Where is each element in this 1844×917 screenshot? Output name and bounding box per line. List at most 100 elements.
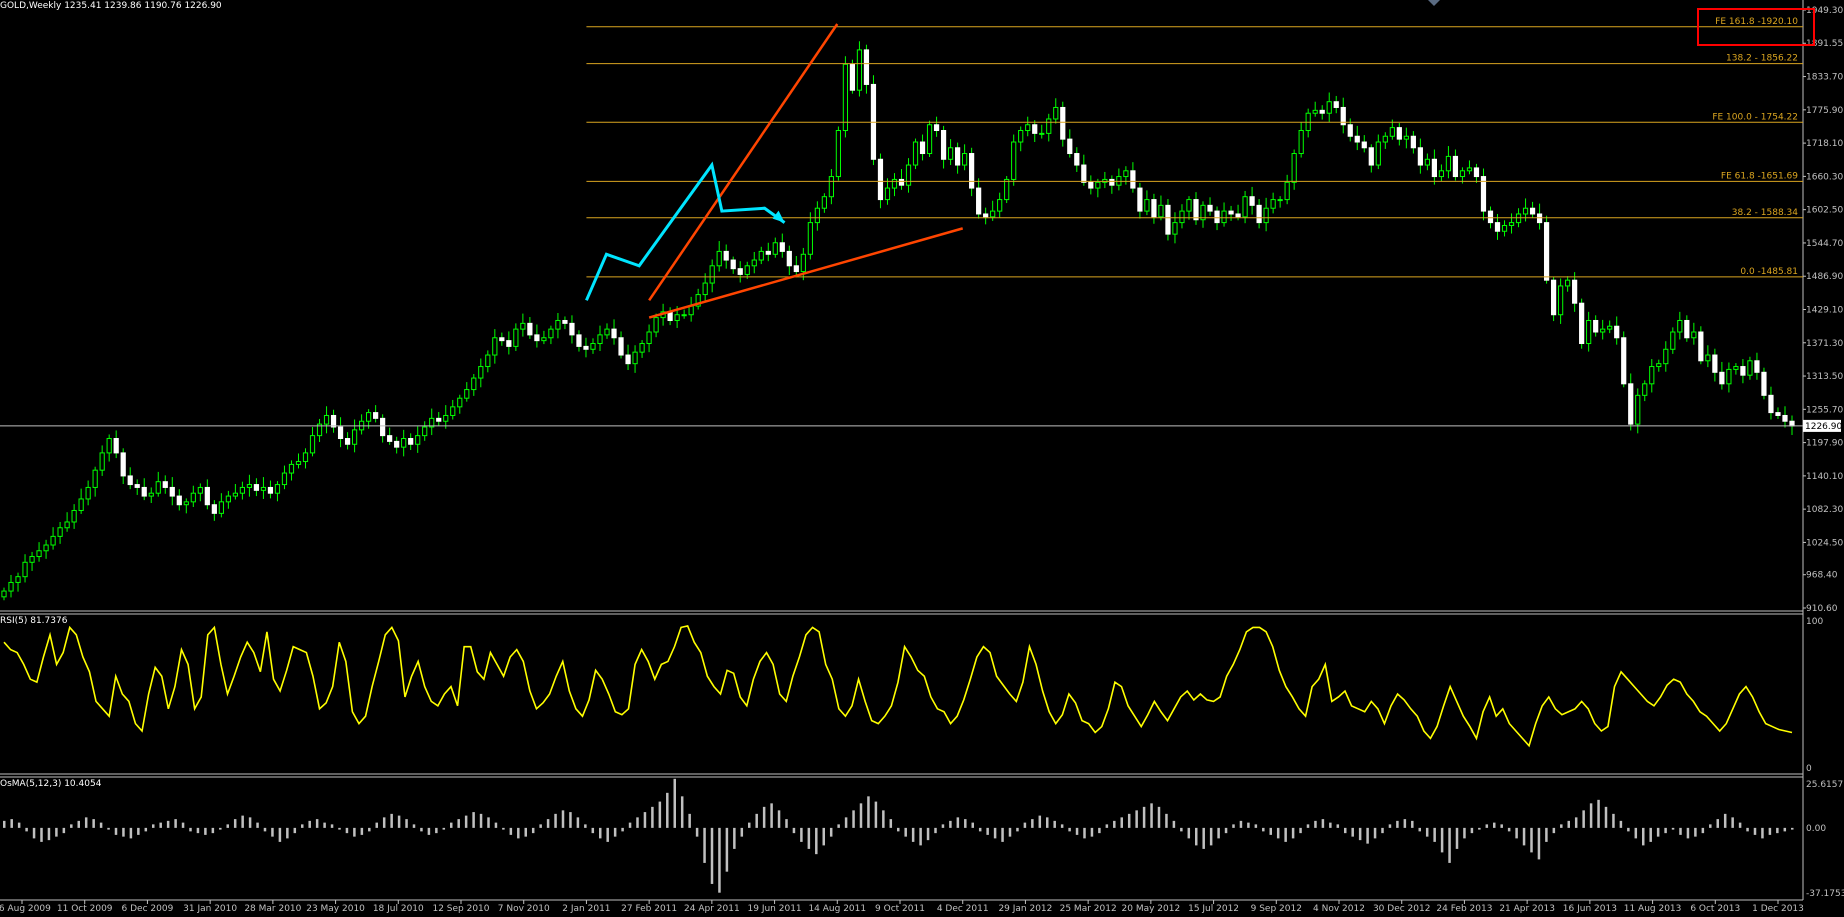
candle [281,472,288,486]
wave-arrow-head-icon [772,210,785,223]
candle [373,412,379,419]
candle [1242,196,1248,218]
candle [176,495,182,506]
osma-label: OsMA(5,12,3) 10.4054 [0,779,102,789]
osma-bar [1567,820,1570,828]
candle [1333,101,1339,108]
candle [983,213,989,218]
osma-bar [1090,827,1094,837]
osma-bar [1671,827,1675,830]
osma-bar [1053,820,1056,828]
candle [1011,141,1017,180]
time-tick-label: 23 May 2010 [306,904,365,913]
osma-bar [1515,827,1518,839]
candle [1543,222,1550,281]
osma-bar [1366,827,1369,844]
osma-bar [420,827,423,832]
candle [919,141,926,155]
osma-bar [628,822,632,828]
candle [337,426,344,440]
osma-bar [502,827,505,830]
candle [401,438,407,448]
candle [681,314,687,317]
candle [113,438,119,454]
candle [485,354,491,368]
candle [1291,153,1297,183]
osma-bar [353,827,356,837]
candle [604,328,610,336]
osma-bar [1008,827,1012,837]
candle [162,481,168,488]
candle [478,366,484,379]
candle [1088,181,1094,189]
candle [1747,360,1753,376]
osma-bar [680,796,684,828]
osma-bar [1589,803,1593,828]
osma-bar [792,827,796,834]
price-tick-label: 1429.10 [1806,305,1843,315]
candle [513,328,519,347]
candle [976,187,982,215]
candle [1445,155,1452,172]
osma-bar [740,827,744,837]
osma-bar [889,819,893,828]
candle [239,486,246,494]
osma-bar [390,813,393,828]
candle [288,463,295,474]
price-tick-label: 1833.70 [1806,73,1843,83]
candle [758,250,764,261]
osma-bar [1470,827,1474,834]
candle [1691,331,1697,339]
candle [204,486,210,506]
osma-bar [956,817,960,828]
candle [1046,118,1052,134]
osma-bar [1157,806,1161,828]
osma-bar [450,822,453,828]
candle [737,268,743,275]
osma-bar [695,827,699,837]
osma-bar [412,824,416,828]
fib-level-label: 0.0 -1485.81 [1740,267,1798,277]
time-tick-label: 27 Feb 2011 [621,904,677,913]
candle [225,495,231,503]
osma-bar [1336,824,1340,828]
osma-bar [397,815,401,828]
osma-bar [1291,827,1295,839]
candle [688,305,694,316]
candle [1067,138,1073,155]
chart-canvas[interactable]: 1949.301891.551833.701775.901718.101660.… [0,0,1844,914]
osma-bar [524,827,527,837]
osma-bar [1448,827,1451,863]
osma-bar [1634,827,1638,839]
osma-bar [636,817,639,828]
candle [120,452,126,477]
time-tick-label: 15 Jul 2012 [1188,904,1239,913]
candle [548,328,554,339]
osma-bar [1463,827,1466,839]
candle [1,590,7,598]
candle [471,377,477,391]
osma-bar [1187,827,1191,839]
osma-bar [584,824,587,828]
osma-bar [725,827,729,872]
chart-shift-marker-icon[interactable] [1428,0,1440,6]
candle [891,178,898,189]
candle [765,250,771,255]
candle [1410,135,1416,149]
candle [1109,178,1115,186]
osma-bar [733,827,736,849]
osma-bar [1329,822,1332,828]
osma-bar [189,827,192,832]
osma-bar [1642,827,1645,846]
osma-bar [815,827,818,855]
osma-bar [748,822,751,828]
candle [1775,412,1781,416]
osma-bar [934,827,937,834]
candle [1382,135,1388,143]
osma-bar [867,796,870,828]
candle [29,556,35,563]
candle [1081,164,1087,183]
osma-bar [606,827,609,842]
time-tick-label: 24 Apr 2011 [684,904,740,913]
osma-bar [1396,820,1399,828]
